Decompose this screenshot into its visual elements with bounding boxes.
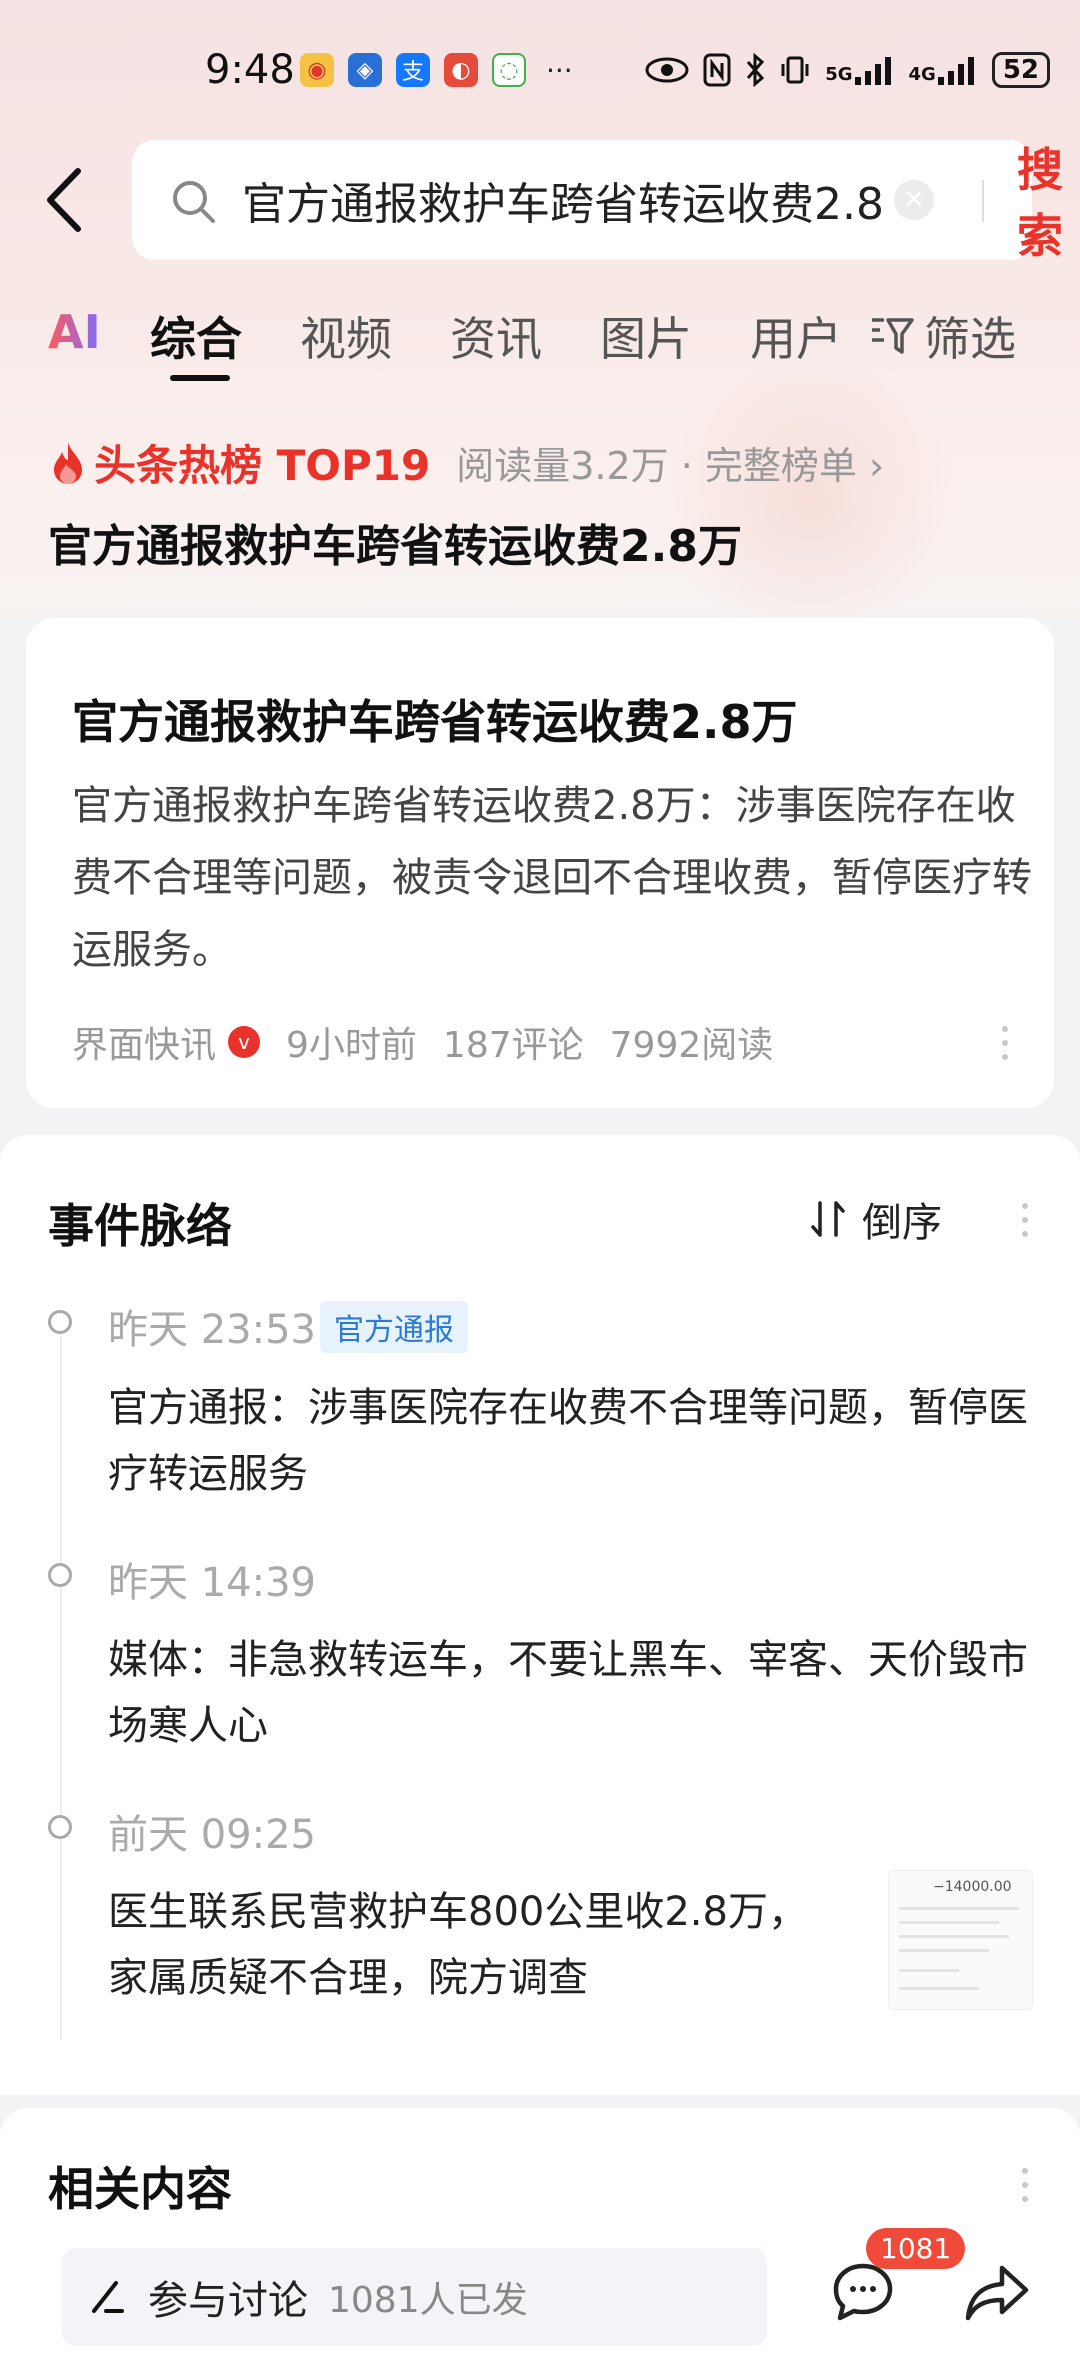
weibo-icon: ◉ — [300, 53, 334, 87]
notification-icons: ◉ ◈ 支 ◐ ◌ ··· — [300, 53, 573, 87]
news-reads: 7992阅读 — [609, 1025, 774, 1066]
more-notifications-icon: ··· — [546, 53, 573, 87]
share-icon[interactable] — [962, 2258, 1032, 2328]
news-card-summary: 官方通报救护车跨省转运收费2.8万：涉事医院存在收费不合理等问题，被责令退回不合… — [72, 783, 1032, 973]
filter-button[interactable]: 筛选 — [868, 303, 1016, 369]
timeline-time: 昨天 14:39 — [108, 1560, 316, 1606]
hot-rank-meta[interactable]: 阅读量3.2万 · 完整榜单 › — [456, 435, 884, 490]
system-icons: 5G 4G 52 — [645, 52, 1050, 88]
news-comments: 187评论 — [442, 1025, 584, 1066]
timeline-time: 昨天 23:53 — [108, 1307, 316, 1353]
sort-icon — [811, 1201, 845, 1237]
news-card[interactable]: 官方通报救护车跨省转运收费2.8万 官方通报救护车跨省转运收费2.8万：涉事医院… — [26, 618, 1054, 1108]
related-section: 相关内容 参与讨论 1081人已发 1081 — [0, 2108, 1080, 2376]
eye-icon — [645, 57, 689, 83]
bluetooth-icon — [747, 53, 765, 87]
nfc-icon — [703, 53, 731, 87]
timeline-event-text[interactable]: 媒体：非急救转运车，不要让黑车、宰客、天价毁市场寒人心 — [108, 1627, 1038, 1759]
status-time: 9:48 — [205, 47, 295, 93]
tab-images[interactable]: 图片 — [600, 303, 692, 369]
timeline-event-text[interactable]: 官方通报：涉事医院存在收费不合理等问题，暂停医疗转运服务 — [108, 1375, 1038, 1507]
decorative-glow — [660, 360, 960, 640]
card-more-icon[interactable] — [1002, 1026, 1008, 1060]
verified-icon: v — [228, 1026, 261, 1058]
hot-rank-label: 头条热榜 TOP19 — [94, 441, 431, 490]
tab-comprehensive[interactable]: 综合 — [150, 303, 242, 369]
event-thumbnail[interactable]: −14000.00 — [888, 1870, 1033, 2010]
pen-icon — [92, 2281, 124, 2313]
tab-users[interactable]: 用户 — [750, 303, 842, 369]
search-button[interactable]: 搜索 — [1017, 134, 1063, 266]
search-tabs: AI 综合 视频 资讯 图片 用户 筛选 — [0, 295, 1080, 381]
timeline-more-icon[interactable] — [1022, 1203, 1028, 1237]
bank-app-icon: ◈ — [348, 53, 382, 87]
vibrate-icon — [781, 56, 809, 84]
search-icon — [173, 181, 215, 223]
fire-icon — [54, 441, 82, 484]
chat-app-icon: ◌ — [492, 53, 526, 87]
clear-icon[interactable]: ✕ — [894, 180, 934, 220]
filter-icon — [872, 318, 914, 354]
video-app-icon: ◐ — [444, 53, 478, 87]
sort-label: 倒序 — [862, 1200, 942, 1246]
back-arrow-icon[interactable] — [40, 165, 90, 235]
related-more-icon[interactable] — [1022, 2168, 1028, 2202]
timeline-time: 前天 09:25 — [108, 1812, 316, 1858]
thumbnail-amount: −14000.00 — [933, 1879, 1012, 1895]
search-input[interactable]: 官方通报救护车跨省转运收费2.8万 ✕ 搜索 — [132, 140, 1063, 263]
tab-news[interactable]: 资讯 — [450, 303, 542, 369]
discuss-count: 1081人已发 — [328, 2280, 528, 2321]
timeline-title: 事件脉络 — [48, 1199, 232, 1253]
timeline-dot — [48, 1815, 72, 1839]
official-report-tag: 官方通报 — [320, 1301, 468, 1353]
news-time: 9小时前 — [286, 1025, 417, 1066]
active-tab-indicator — [170, 375, 230, 381]
discuss-button[interactable]: 参与讨论 1081人已发 — [62, 2248, 767, 2346]
timeline-panel: 事件脉络 倒序 昨天 23:53 官方通报 官方通报：涉事医院存在收费不合理等问… — [0, 1135, 1080, 2095]
filter-label: 筛选 — [924, 312, 1016, 366]
signal-4g: 4G — [909, 55, 978, 85]
timeline-line — [60, 1320, 62, 2040]
alipay-icon: 支 — [396, 53, 430, 87]
tab-video[interactable]: 视频 — [300, 303, 392, 369]
signal-5g: 5G — [825, 55, 894, 85]
hot-topic-title[interactable]: 官方通报救护车跨省转运收费2.8万 — [48, 510, 742, 574]
related-title: 相关内容 — [48, 2162, 232, 2216]
battery-indicator: 52 — [991, 52, 1050, 88]
tab-ai[interactable]: AI — [48, 305, 101, 359]
timeline-event-text[interactable]: 医生联系民营救护车800公里收2.8万，家属质疑不合理，院方调查 — [108, 1879, 808, 2011]
news-card-meta: 界面快讯 v 9小时前 187评论 7992阅读 — [72, 1016, 773, 1068]
hot-rank-row[interactable]: 头条热榜 TOP19 阅读量3.2万 · 完整榜单 › — [48, 432, 884, 493]
news-card-title[interactable]: 官方通报救护车跨省转运收费2.8万 — [72, 686, 798, 752]
timeline-dot — [48, 1563, 72, 1587]
status-bar: 9:48 ◉ ◈ 支 ◐ ◌ ··· 5G 4G 52 — [0, 40, 1080, 100]
comment-count-badge: 1081 — [866, 2228, 966, 2269]
search-query-text[interactable]: 官方通报救护车跨省转运收费2.8万 — [242, 168, 882, 232]
discuss-label: 参与讨论 — [148, 2278, 308, 2324]
sort-button[interactable]: 倒序 — [808, 1190, 942, 1248]
news-source[interactable]: 界面快讯 — [72, 1016, 216, 1068]
timeline-dot — [48, 1310, 72, 1334]
search-divider — [982, 180, 984, 222]
